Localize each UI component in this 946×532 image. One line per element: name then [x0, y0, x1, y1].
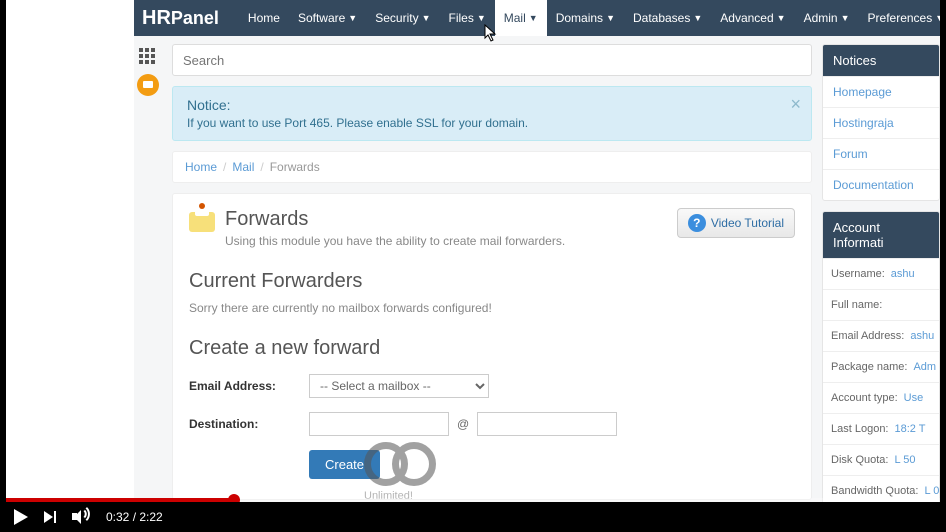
- page-subtitle: Using this module you have the ability t…: [225, 234, 565, 248]
- notices-panel: Notices Homepage Hostingraja Forum Docum…: [822, 44, 940, 201]
- at-symbol: @: [457, 417, 469, 431]
- brand-logo[interactable]: HRPanel: [142, 7, 219, 30]
- volume-button[interactable]: [72, 509, 90, 525]
- notice-link-hostingraja[interactable]: Hostingraja: [823, 107, 939, 138]
- create-forward-heading: Create a new forward: [189, 337, 795, 360]
- next-button[interactable]: [44, 511, 56, 523]
- apps-grid-icon[interactable]: [139, 48, 157, 66]
- close-icon[interactable]: ×: [790, 95, 801, 113]
- notice-link-documentation[interactable]: Documentation: [823, 169, 939, 200]
- nav-preferences[interactable]: Preferences▼: [859, 0, 940, 36]
- email-address-label: Email Address:: [189, 379, 309, 393]
- forwards-icon: [189, 212, 215, 232]
- nav-domains[interactable]: Domains▼: [547, 0, 624, 36]
- help-icon: ?: [688, 214, 706, 232]
- play-button[interactable]: [14, 509, 28, 525]
- notice-link-homepage[interactable]: Homepage: [823, 76, 939, 107]
- destination-user-input[interactable]: [309, 412, 449, 436]
- search-input[interactable]: [172, 44, 812, 76]
- video-content: HRPanel Home Software▼ Security▼ Files▼ …: [6, 0, 940, 502]
- info-account-type: Account type:Use: [823, 382, 939, 413]
- info-disk-quota: Disk Quota:L 50: [823, 444, 939, 475]
- notices-heading: Notices: [823, 45, 939, 76]
- messages-icon[interactable]: [137, 74, 159, 96]
- page-title: Forwards: [225, 208, 565, 231]
- destination-domain-input[interactable]: [477, 412, 617, 436]
- video-tutorial-button[interactable]: ?Video Tutorial: [677, 208, 795, 238]
- notice-banner: Notice: If you want to use Port 465. Ple…: [172, 86, 812, 141]
- next-icon: [44, 511, 53, 523]
- notice-body: If you want to use Port 465. Please enab…: [187, 116, 783, 130]
- nav-admin[interactable]: Admin▼: [795, 0, 859, 36]
- main-panel: Forwards Using this module you have the …: [172, 193, 812, 500]
- nav-software[interactable]: Software▼: [289, 0, 366, 36]
- info-email: Email Address:ashu: [823, 320, 939, 351]
- breadcrumb: Home/Mail/Forwards: [172, 151, 812, 183]
- nav-databases[interactable]: Databases▼: [624, 0, 711, 36]
- nav-security[interactable]: Security▼: [366, 0, 439, 36]
- mailbox-select[interactable]: -- Select a mailbox --: [309, 374, 489, 398]
- empty-message: Sorry there are currently no mailbox for…: [189, 301, 795, 315]
- top-navbar: HRPanel Home Software▼ Security▼ Files▼ …: [134, 0, 940, 36]
- destination-label: Destination:: [189, 417, 309, 431]
- play-icon: [14, 509, 28, 525]
- nav-advanced[interactable]: Advanced▼: [711, 0, 794, 36]
- notice-link-forum[interactable]: Forum: [823, 138, 939, 169]
- video-controls: 0:32 / 2:22: [0, 502, 946, 532]
- crumb-home[interactable]: Home: [185, 160, 217, 174]
- time-display: 0:32 / 2:22: [106, 510, 163, 524]
- current-forwarders-heading: Current Forwarders: [189, 270, 795, 293]
- crumb-current: Forwards: [270, 160, 320, 174]
- nav-files[interactable]: Files▼: [440, 0, 495, 36]
- notice-title: Notice:: [187, 97, 783, 113]
- info-last-logon: Last Logon:18:2 T: [823, 413, 939, 444]
- account-info-heading: Account Informati: [823, 212, 939, 258]
- nav-mail[interactable]: Mail▼: [495, 0, 547, 36]
- crumb-mail[interactable]: Mail: [232, 160, 254, 174]
- watermark: Unlimited!: [364, 442, 454, 502]
- info-fullname: Full name:: [823, 289, 939, 320]
- info-username: Username:ashu: [823, 258, 939, 289]
- account-info-panel: Account Informati Username:ashu Full nam…: [822, 211, 940, 502]
- volume-icon: [72, 509, 90, 525]
- info-package: Package name:Adm: [823, 351, 939, 382]
- nav-home[interactable]: Home: [239, 0, 289, 36]
